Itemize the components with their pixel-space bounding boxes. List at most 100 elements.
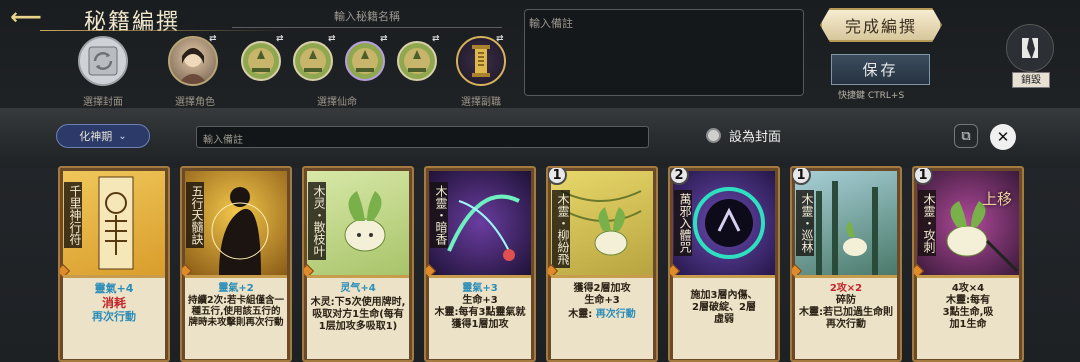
immortal-swap-icon-3[interactable]: ⇄ xyxy=(380,34,388,44)
card-line: 靈氣+3 xyxy=(462,283,498,294)
character-portrait-icon xyxy=(178,48,208,84)
card-name: 木靈・柳紛飛 xyxy=(552,190,570,268)
close-button[interactable]: ✕ xyxy=(990,124,1016,150)
card-name: 五行天髓訣 xyxy=(186,182,204,248)
card-description: 2攻×2 碎防 木靈:若已加過生命則再次行動 xyxy=(795,275,897,359)
refresh-icon xyxy=(88,46,118,76)
card-description: 靈氣+2 持續2次:若卡組僅含一種五行,使用該五行的牌時未攻擊則再次行動 xyxy=(185,275,287,359)
immortal-slot-2[interactable] xyxy=(292,40,334,82)
card-line: 木靈:每有3點靈氣就獲得1層加攻 xyxy=(434,307,526,330)
complete-button[interactable]: 完成編撰 xyxy=(820,8,942,42)
card-cost: 1 xyxy=(792,168,811,185)
card-line: 加1生命 xyxy=(949,319,987,330)
immortal-slot-1[interactable] xyxy=(240,40,282,82)
card-name: 萬邪入體咒 xyxy=(674,190,692,256)
realm-label: 化神期 xyxy=(79,130,113,143)
card-cost: 2 xyxy=(670,168,689,185)
card-line: 再次行動 xyxy=(595,309,636,320)
card-note-input[interactable]: 輸入備註 xyxy=(196,126,649,148)
card[interactable]: 千里神行符 靈氣+4 消耗 再次行動 xyxy=(58,166,170,362)
cover-slot[interactable] xyxy=(78,36,128,86)
card-cost: 1 xyxy=(548,168,567,185)
title-underline xyxy=(40,30,290,31)
card[interactable]: 木灵・散枝叶 灵气+4 木灵:下5次使用牌时,吸取对方1生命(每有1层加攻多吸取… xyxy=(302,166,414,362)
card-description: 施加3層內傷、 2層破綻、2層 虛弱 xyxy=(673,275,775,359)
immortal-swap-icon-1[interactable]: ⇄ xyxy=(276,34,284,44)
card-name: 千里神行符 xyxy=(64,182,82,248)
copy-icon: ⧉ xyxy=(961,128,971,144)
card-line: 靈氣+4 xyxy=(94,282,134,295)
save-button[interactable]: 保存 xyxy=(831,54,930,85)
card-name: 木靈・攻刺 xyxy=(918,190,936,256)
card-line: 消耗 xyxy=(101,296,126,310)
deputy-swap-icon[interactable]: ⇄ xyxy=(496,34,504,44)
card-description: 獲得2層加攻 生命+3 木靈: 再次行動 xyxy=(551,275,653,359)
deck-editor: ⟵ 秘籍編撰 選擇封面 ⇄ 選擇角色 ⇄ ⇄ ⇄ ⇄ 選擇仙命 ⇄ 選擇副職 輸… xyxy=(0,0,1080,362)
move-up-label[interactable]: 上移 xyxy=(982,188,1012,209)
character-slot-label: 選擇角色 xyxy=(175,97,215,108)
back-button[interactable]: ⟵ xyxy=(6,4,46,30)
deck-name-input[interactable]: 輸入秘籍名稱 xyxy=(232,8,502,28)
immortal-destiny-icon xyxy=(241,41,281,81)
card-line: 持續2次:若卡組僅含一種五行,使用該五行的牌時未攻擊則再次行動 xyxy=(188,295,284,328)
destroy-label: 銷毀 xyxy=(1012,72,1050,88)
save-shortcut-hint: 快捷鍵 CTRL+S xyxy=(838,91,905,101)
destroy-button[interactable] xyxy=(1006,24,1054,72)
realm-dropdown[interactable]: 化神期 ⌄ xyxy=(56,124,150,148)
cover-slot-icon xyxy=(78,36,128,86)
card-list: 千里神行符 靈氣+4 消耗 再次行動 五行天髓訣 靈氣+2 持續2次:若卡組僅含… xyxy=(58,166,1033,362)
chevron-down-icon: ⌄ xyxy=(118,130,127,142)
card-line: 4攻×4 xyxy=(951,283,985,294)
page-title: 秘籍編撰 xyxy=(84,10,181,35)
scroll-icon xyxy=(472,45,490,77)
card-line: 2層破綻、2層 xyxy=(692,302,756,313)
card-description: 靈氣+4 消耗 再次行動 xyxy=(63,275,165,359)
copy-button[interactable]: ⧉ xyxy=(954,124,978,148)
card-line: 獲得2層加攻 xyxy=(573,283,631,294)
card-name: 木靈・暗香 xyxy=(430,182,448,248)
card-line: 施加3層內傷、 xyxy=(690,290,758,301)
card-line: 木灵:下5次使用牌时,吸取对方1生命(每有1层加攻多吸取1) xyxy=(310,297,406,332)
card-line: 木靈: xyxy=(568,309,593,320)
card-line: 靈氣+2 xyxy=(218,283,254,294)
card-line: 2攻×2 xyxy=(829,283,863,294)
card-name: 木靈・巡林 xyxy=(796,190,814,256)
immortal-destiny-icon xyxy=(293,41,333,81)
immortal-swap-icon-2[interactable]: ⇄ xyxy=(328,34,336,44)
card[interactable]: 1 木靈・攻刺 上移 4攻×4 木靈:每有 3點生命,吸 加1生命 xyxy=(912,166,1024,362)
immortal-slot-3[interactable] xyxy=(344,40,386,82)
card-line: 生命+3 xyxy=(462,295,498,306)
cover-slot-label: 選擇封面 xyxy=(83,97,123,108)
card-description: 靈氣+3 生命+3 木靈:每有3點靈氣就獲得1層加攻 xyxy=(429,275,531,359)
back-arrow-icon: ⟵ xyxy=(10,4,42,30)
shatter-icon xyxy=(1022,38,1038,58)
card-line: 3點生命,吸 xyxy=(942,307,994,318)
immortal-slot-label: 選擇仙命 xyxy=(317,97,357,108)
immortal-destiny-icon xyxy=(397,41,437,81)
card-line: 生命+3 xyxy=(584,295,620,306)
card-line: 木靈:若已加過生命則再次行動 xyxy=(799,307,893,330)
immortal-slot-4[interactable] xyxy=(396,40,438,82)
card[interactable]: 2 萬邪入體咒 施加3層內傷、 2層破綻、2層 虛弱 xyxy=(668,166,780,362)
immortal-destiny-icon xyxy=(345,41,385,81)
card[interactable]: 1 木靈・巡林 2攻×2 碎防 木靈:若已加過生命則再次行動 xyxy=(790,166,902,362)
character-swap-icon[interactable]: ⇄ xyxy=(209,34,217,44)
set-cover-label: 設為封面 xyxy=(729,130,782,145)
set-cover-radio[interactable] xyxy=(706,128,721,143)
set-cover-toggle[interactable]: 設為封面 xyxy=(706,126,781,145)
card-line: 灵气+4 xyxy=(340,283,376,294)
card-line: 虛弱 xyxy=(714,314,734,325)
immortal-swap-icon-4[interactable]: ⇄ xyxy=(432,34,440,44)
deputy-slot-label: 選擇副職 xyxy=(461,97,501,108)
card-name: 木灵・散枝叶 xyxy=(308,182,326,260)
card-line: 再次行動 xyxy=(92,310,136,323)
card-line: 木靈:每有 xyxy=(946,295,990,306)
card[interactable]: 1 木靈・柳紛飛 獲得2層加攻 生命+3 木靈: 再次行動 xyxy=(546,166,658,362)
note-textarea[interactable]: 輸入備註 xyxy=(524,9,804,96)
card[interactable]: 五行天髓訣 靈氣+2 持續2次:若卡組僅含一種五行,使用該五行的牌時未攻擊則再次… xyxy=(180,166,292,362)
card-description: 灵气+4 木灵:下5次使用牌时,吸取对方1生命(每有1层加攻多吸取1) xyxy=(307,275,409,359)
card-description: 4攻×4 木靈:每有 3點生命,吸 加1生命 xyxy=(917,275,1019,359)
close-icon: ✕ xyxy=(996,128,1010,146)
card[interactable]: 木靈・暗香 靈氣+3 生命+3 木靈:每有3點靈氣就獲得1層加攻 xyxy=(424,166,536,362)
card-line: 碎防 xyxy=(836,295,856,306)
